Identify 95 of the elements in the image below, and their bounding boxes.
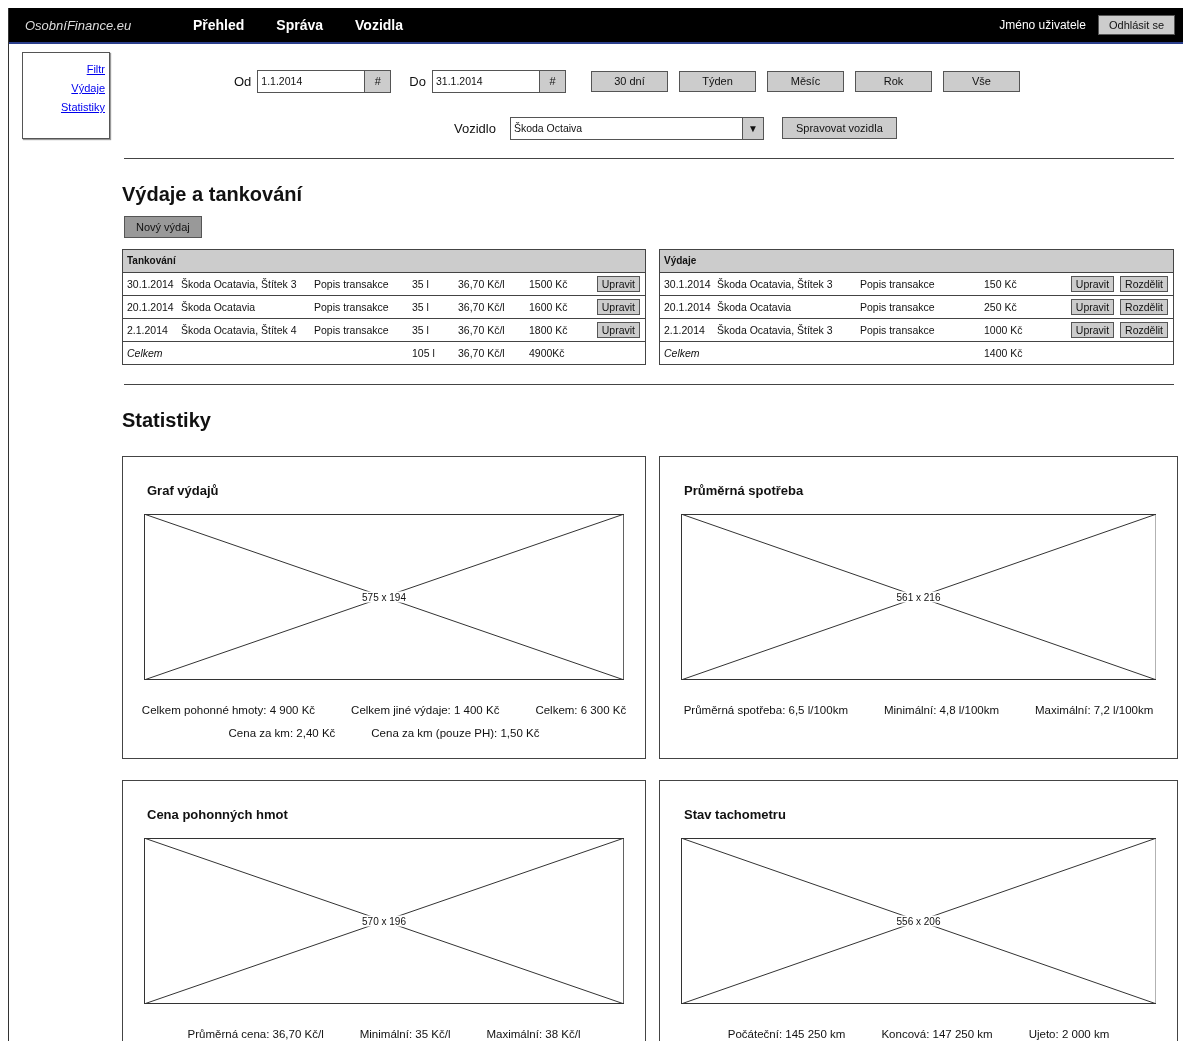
sidebar-link[interactable]: Statistiky: [61, 101, 105, 113]
table-cell-text: 30.1.2014: [127, 278, 175, 290]
table-cell-text: Popis transakce: [860, 301, 936, 313]
nav-link[interactable]: Přehled: [193, 17, 245, 33]
stat-text: Celkem pohonné hmoty: 4 900 Kč: [141, 704, 316, 716]
table-cell-text: Škoda Ocatavia, Štítek 3: [181, 278, 298, 290]
date-field[interactable]: 1.1.2014 #: [257, 69, 392, 93]
table-cell-text: Popis transakce: [860, 324, 936, 336]
table-cell-text: 1000 Kč: [984, 324, 1024, 336]
section-heading: Výdaje a tankování: [122, 183, 304, 206]
nav-link[interactable]: Vozidla: [355, 17, 404, 33]
field-label: Vozidlo: [454, 120, 496, 136]
table-cell-text: 20.1.2014: [127, 301, 175, 313]
new-expense-button[interactable]: Nový výdaj: [124, 216, 202, 238]
row-button[interactable]: Upravit: [596, 276, 640, 292]
placeholder-label: 575 x 194: [362, 591, 406, 603]
card-title: Průměrná spotřeba: [684, 483, 804, 498]
range-button[interactable]: 30 dní: [590, 70, 668, 92]
stat-text: Maximální: 7,2 l/100km: [1035, 704, 1154, 716]
sidebar-link[interactable]: Filtr: [86, 63, 105, 75]
table-cell-text: 35 l: [412, 301, 430, 313]
range-button[interactable]: Týden: [678, 70, 756, 92]
card-title: Graf výdajů: [147, 483, 219, 498]
stat-text: Minimální: 4,8 l/100km: [884, 704, 1000, 716]
table-cell-text: Popis transakce: [314, 278, 390, 290]
manage-vehicles-button[interactable]: Spravovat vozidla: [781, 117, 897, 139]
card-title: Cena pohonných hmot: [147, 807, 288, 822]
stat-text: Počáteční: 145 250 km: [727, 1028, 846, 1040]
stat-text: Celkem: 6 300 Kč: [535, 704, 627, 716]
stat-text: Průměrná cena: 36,70 Kč/l: [187, 1028, 324, 1040]
placeholder-label: 561 x 216: [896, 591, 941, 603]
stat-text: Maximální: 38 Kč/l: [486, 1028, 581, 1040]
logout-button[interactable]: Odhlásit se: [1097, 15, 1175, 35]
range-button[interactable]: Rok: [854, 70, 932, 92]
sidebar-link[interactable]: Výdaje: [71, 82, 105, 94]
table-cell-text: Celkem: [127, 347, 164, 359]
field-label: Od: [234, 73, 252, 89]
stat-text: Celkem jiné výdaje: 1 400 Kč: [351, 704, 500, 716]
table-cell-text: Popis transakce: [314, 301, 390, 313]
table-cell-text: 150 Kč: [984, 278, 1018, 290]
table-cell-text: 1600 Kč: [529, 301, 569, 313]
nav-link[interactable]: Správa: [276, 17, 324, 33]
table-cell-text: Škoda Ocatavia, Štítek 4: [181, 324, 298, 336]
table-header: Tankování: [123, 250, 645, 273]
table-cell-text: 36,70 Kč/l: [458, 324, 506, 336]
stat-text: Minimální: 35 Kč/l: [359, 1028, 451, 1040]
stat-text: Cena za km: 2,40 Kč: [228, 727, 336, 739]
table-cell-text: 36,70 Kč/l: [458, 301, 506, 313]
row-button[interactable]: Upravit: [1070, 276, 1115, 292]
app-logo: OsobníFinance.eu: [25, 17, 133, 33]
table-cell-text: Škoda Ocatavia: [181, 301, 257, 313]
table-cell-text: 20.1.2014: [664, 301, 712, 313]
stat-text: Cena za km (pouze PH): 1,50 Kč: [371, 727, 540, 739]
table-cell-text: 1800 Kč: [529, 324, 569, 336]
table-cell-text: 105 l: [412, 347, 436, 359]
table-header: Výdaje: [660, 250, 1173, 273]
date-picker-button[interactable]: #: [538, 70, 565, 92]
stat-text: Koncová: 147 250 km: [881, 1028, 993, 1040]
row-button[interactable]: Upravit: [596, 299, 640, 315]
table-cell-text: Škoda Ocatavia: [717, 301, 793, 313]
stat-text: Průměrná spotřeba: 6,5 l/100km: [683, 704, 848, 716]
date-picker-button[interactable]: #: [364, 70, 391, 92]
table-cell-text: 36,70 Kč/l: [458, 278, 506, 290]
table-cell-text: Škoda Ocatavia, Štítek 3: [717, 324, 834, 336]
row-button[interactable]: Rozdělit: [1120, 276, 1168, 292]
date-field[interactable]: 31.1.2014 #: [431, 69, 566, 93]
table-cell-text: Popis transakce: [860, 278, 936, 290]
table-cell-text: 35 l: [412, 324, 430, 336]
table-cell-text: 1400 Kč: [984, 347, 1024, 359]
section-heading: Statistiky: [122, 409, 212, 432]
table-cell-text: 35 l: [412, 278, 430, 290]
row-button[interactable]: Upravit: [596, 322, 640, 338]
placeholder-label: 570 x 196: [362, 915, 406, 927]
table-cell-text: 250 Kč: [984, 301, 1018, 313]
table-cell-text: 30.1.2014: [664, 278, 712, 290]
table-cell-text: 36,70 Kč/l: [458, 347, 506, 359]
table-cell-text: Celkem: [664, 347, 701, 359]
range-button[interactable]: Vše: [942, 70, 1020, 92]
table-cell-text: 2.1.2014: [127, 324, 169, 336]
row-button[interactable]: Rozdělit: [1120, 322, 1168, 338]
table-cell-text: 4900Kč: [529, 347, 566, 359]
table-cell-text: Popis transakce: [314, 324, 390, 336]
row-button[interactable]: Rozdělit: [1120, 299, 1168, 315]
stat-text: Ujeto: 2 000 km: [1028, 1028, 1110, 1040]
table-cell-text: 1500 Kč: [529, 278, 569, 290]
user-name: Jméno uživatele: [999, 18, 1086, 32]
table-cell-text: Škoda Ocatavia, Štítek 3: [717, 278, 834, 290]
field-label: Do: [409, 73, 426, 89]
row-button[interactable]: Upravit: [1070, 299, 1115, 315]
placeholder-label: 556 x 206: [896, 915, 941, 927]
vehicle-dropdown[interactable]: Škoda Octaiva ▼: [509, 116, 764, 140]
table-cell-text: 2.1.2014: [664, 324, 706, 336]
card-title: Stav tachometru: [684, 807, 786, 822]
row-button[interactable]: Upravit: [1070, 322, 1115, 338]
range-button[interactable]: Měsíc: [766, 70, 844, 92]
